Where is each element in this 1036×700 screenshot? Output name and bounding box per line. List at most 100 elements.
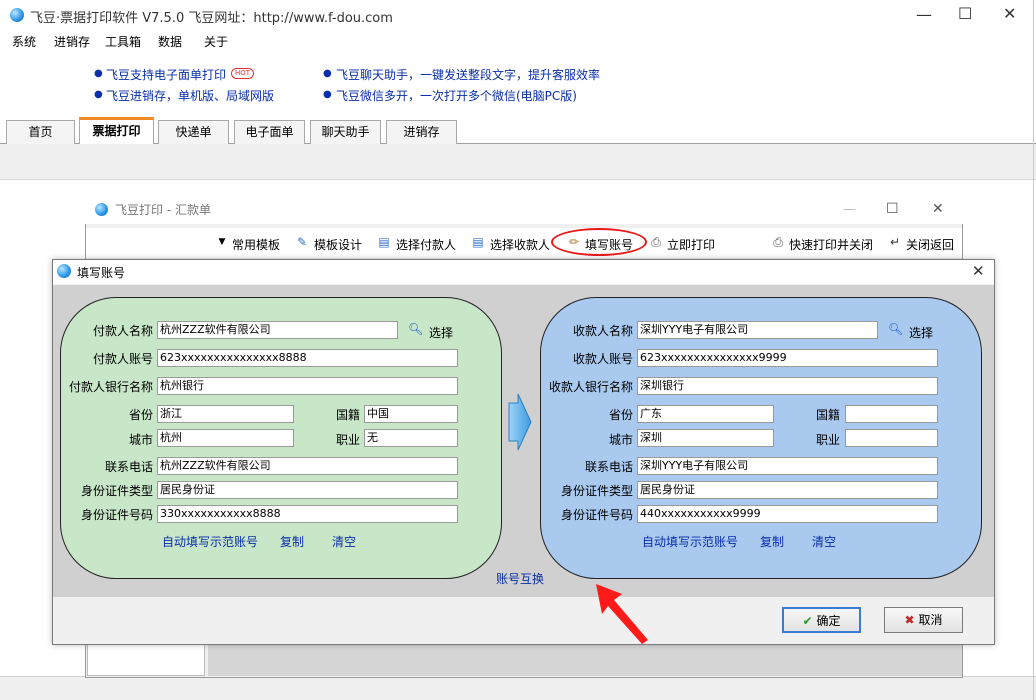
ad-link-1[interactable]: 飞豆支持电子面单打印 — [106, 66, 226, 83]
highlight-annotation — [551, 228, 647, 256]
payee-copy-link[interactable]: 复制 — [760, 533, 784, 550]
payer-id-type-input[interactable]: 居民身份证 — [157, 481, 458, 499]
tab-home[interactable]: 首页 — [6, 120, 75, 144]
payer-city-label: 城市 — [128, 433, 153, 447]
payee-id-type-label: 身份证件类型 — [560, 484, 633, 498]
close-icon[interactable]: ✕ — [972, 263, 985, 279]
close-return-button[interactable]: 关闭返回 — [906, 236, 954, 253]
cross-icon: ✖ — [904, 613, 915, 627]
payer-account-label: 付款人账号 — [92, 352, 153, 366]
exit-icon: ↵ — [889, 235, 901, 249]
tab-chat-assistant[interactable]: 聊天助手 — [310, 120, 381, 144]
printer-icon: ⎙ — [773, 235, 783, 249]
tab-express[interactable]: 快递单 — [158, 120, 229, 144]
payee-id-type-input[interactable]: 居民身份证 — [637, 481, 938, 499]
payer-nationality-label: 国籍 — [335, 408, 360, 422]
printer-icon: ⎙ — [651, 235, 661, 249]
ad-link-4[interactable]: 飞豆微信多开，一次打开多个微信(电脑PC版) — [336, 87, 577, 104]
minimize-icon[interactable]: — — [843, 202, 856, 218]
payer-clear-link[interactable]: 清空 — [332, 533, 356, 550]
payer-copy-link[interactable]: 复制 — [280, 533, 304, 550]
common-templates-button[interactable]: 常用模板 — [232, 236, 280, 253]
ok-button-label: 确定 — [816, 614, 841, 628]
payee-bank-label: 收款人银行名称 — [548, 380, 633, 394]
bullet-icon: ● — [94, 68, 103, 79]
payer-bank-input[interactable]: 杭州银行 — [157, 377, 458, 395]
tab-e-waybill[interactable]: 电子面单 — [234, 120, 305, 144]
payer-bank-label: 付款人银行名称 — [68, 380, 153, 394]
ad-link-2[interactable]: 飞豆进销存，单机版、局域网版 — [106, 87, 274, 104]
ad-link-3[interactable]: 飞豆聊天助手，一键发送整段文字，提升客服效率 — [336, 66, 600, 83]
id-card-icon: ▤ — [378, 235, 390, 249]
swap-arrow-icon[interactable] — [508, 393, 532, 451]
payer-province-label: 省份 — [128, 408, 153, 422]
payer-phone-input[interactable]: 杭州ZZZ软件有限公司 — [157, 457, 458, 475]
payee-select-button[interactable]: 选择 — [909, 324, 933, 341]
payer-auto-fill-link[interactable]: 自动填写示范账号 — [162, 533, 258, 550]
main-window-title: 飞豆·票据打印软件 V7.5.0 飞豆网址：http://www.f-dou.c… — [30, 11, 393, 26]
payer-select-button[interactable]: 选择 — [429, 324, 453, 341]
tab-inventory[interactable]: 进销存 — [386, 120, 457, 144]
remit-preview-area — [208, 644, 962, 676]
hot-badge: HOT — [231, 68, 255, 79]
search-icon[interactable]: 🔍︎ — [408, 322, 423, 336]
close-icon[interactable]: ✕ — [932, 201, 944, 217]
payee-bank-input[interactable]: 深圳银行 — [637, 377, 938, 395]
app-logo-icon — [10, 8, 24, 22]
search-icon[interactable]: 🔍︎ — [888, 322, 903, 336]
payee-name-input[interactable]: 深圳YYY电子有限公司 — [637, 321, 878, 339]
payee-province-label: 省份 — [608, 408, 633, 422]
cancel-button-label: 取消 — [918, 613, 943, 627]
payer-id-number-input[interactable]: 330xxxxxxxxxxx8888 — [157, 505, 458, 523]
select-payee-button[interactable]: 选择收款人 — [490, 236, 550, 253]
swap-accounts-link[interactable]: 账号互换 — [496, 570, 544, 587]
maximize-icon[interactable]: ☐ — [886, 201, 899, 217]
template-design-button[interactable]: 模板设计 — [314, 236, 362, 253]
menu-inventory[interactable]: 进销存 — [54, 33, 90, 50]
print-now-button[interactable]: 立即打印 — [667, 236, 715, 253]
cancel-button[interactable]: ✖ 取消 — [884, 607, 963, 633]
bullet-icon: ● — [323, 89, 332, 100]
menu-system[interactable]: 系统 — [12, 33, 36, 50]
app-logo-icon — [57, 264, 71, 278]
template-design-icon: ✎ — [296, 235, 308, 249]
payer-nationality-input[interactable]: 中国 — [364, 405, 458, 423]
menu-data[interactable]: 数据 — [158, 33, 182, 50]
payer-occupation-input[interactable]: 无 — [364, 429, 458, 447]
menubar — [0, 30, 1036, 52]
menu-toolbox[interactable]: 工具箱 — [105, 33, 141, 50]
payee-id-number-input[interactable]: 440xxxxxxxxxxx9999 — [637, 505, 938, 523]
payer-province-input[interactable]: 浙江 — [157, 405, 294, 423]
main-subtoolbar — [0, 144, 1036, 180]
payer-name-input[interactable]: 杭州ZZZ软件有限公司 — [157, 321, 398, 339]
tab-ticket-print[interactable]: 票据打印 — [79, 117, 154, 145]
ok-button[interactable]: ✔ 确定 — [782, 607, 861, 633]
payee-province-input[interactable]: 广东 — [637, 405, 774, 423]
quick-print-close-button[interactable]: 快速打印并关闭 — [789, 236, 873, 253]
payer-city-input[interactable]: 杭州 — [157, 429, 294, 447]
payee-phone-label: 联系电话 — [584, 460, 633, 474]
payee-nationality-input[interactable] — [845, 405, 938, 423]
payer-account-input[interactable]: 623xxxxxxxxxxxxxxx8888 — [157, 349, 458, 367]
payee-name-label: 收款人名称 — [572, 324, 633, 338]
select-payer-button[interactable]: 选择付款人 — [396, 236, 456, 253]
payee-nationality-label: 国籍 — [815, 408, 840, 422]
bullet-icon: ● — [323, 68, 332, 79]
menu-about[interactable]: 关于 — [204, 33, 228, 50]
payee-city-label: 城市 — [608, 433, 633, 447]
remit-window-title: 飞豆打印 - 汇款单 — [115, 203, 211, 217]
payee-auto-fill-link[interactable]: 自动填写示范账号 — [642, 533, 738, 550]
dropdown-arrow-icon: ▼ — [218, 237, 226, 247]
minimize-icon[interactable]: — — [916, 7, 932, 23]
payee-city-input[interactable]: 深圳 — [637, 429, 774, 447]
payee-phone-input[interactable]: 深圳YYY电子有限公司 — [637, 457, 938, 475]
payee-occupation-input[interactable] — [845, 429, 938, 447]
bullet-icon: ● — [94, 89, 103, 100]
payer-occupation-label: 职业 — [335, 433, 360, 447]
dialog-title: 填写账号 — [77, 266, 126, 280]
close-icon[interactable]: ✕ — [1003, 6, 1016, 22]
remit-titlebar — [85, 194, 963, 224]
payee-account-input[interactable]: 623xxxxxxxxxxxxxxx9999 — [637, 349, 938, 367]
payee-clear-link[interactable]: 清空 — [812, 533, 836, 550]
maximize-icon[interactable]: ☐ — [958, 6, 972, 22]
